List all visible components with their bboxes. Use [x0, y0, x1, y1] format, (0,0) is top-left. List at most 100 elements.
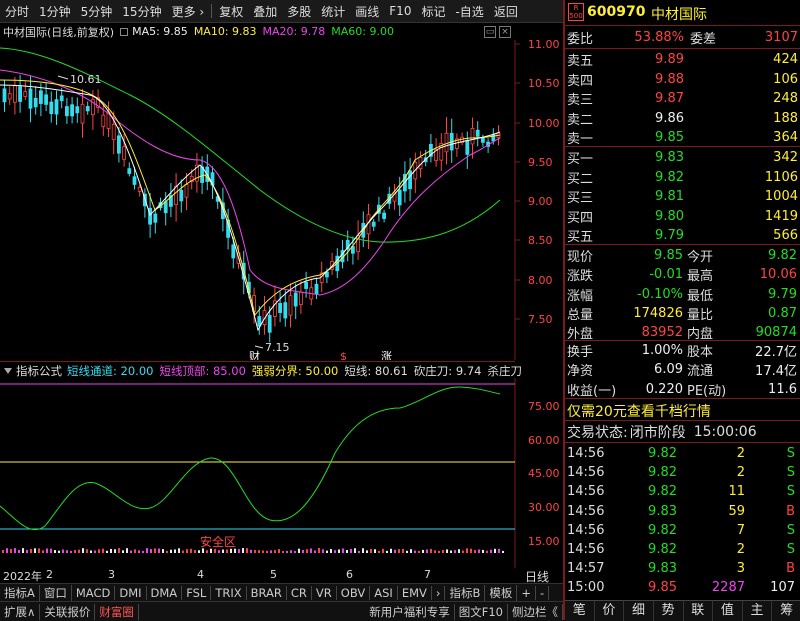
bid-row[interactable]: 买二 9.82 1106 [567, 168, 799, 187]
bid-volume: 1419 [764, 208, 798, 224]
restore-icon[interactable]: ▭ [484, 26, 496, 38]
tick-price: 9.82 [648, 522, 677, 538]
ask-price: 9.86 [655, 110, 684, 126]
tab-indicator-b[interactable]: 指标B [445, 585, 486, 601]
tab-macd[interactable]: MACD [72, 586, 116, 600]
indicator-bar [290, 550, 292, 553]
indicator-bar [454, 550, 456, 553]
ask-row[interactable]: 卖一 9.85 364 [567, 128, 799, 147]
tab-more[interactable]: 更多 › [167, 3, 210, 20]
remove-button[interactable]: - [536, 586, 550, 600]
indicator-bar [366, 550, 368, 553]
stock-code: 600970 [587, 4, 646, 20]
fuquan-button[interactable]: 复权 [214, 3, 248, 20]
bid-row[interactable]: 买五 9.79 566 [567, 226, 799, 245]
indicator-bar [166, 550, 168, 553]
indicator-bar [210, 548, 212, 553]
ask-label: 卖二 [567, 112, 594, 128]
quote-tab[interactable]: 价 [595, 601, 625, 621]
tab-graphic-f10[interactable]: 图文F10 [455, 603, 508, 620]
tab-window[interactable]: 窗口 [40, 585, 72, 601]
promo-row[interactable]: 仅需20元查看千档行情 [567, 401, 799, 420]
ask-row[interactable]: 卖四 9.88 106 [567, 70, 799, 89]
tab-indicator-a[interactable]: 指标A [0, 585, 40, 601]
back-button[interactable]: 返回 [489, 3, 523, 20]
bid-row[interactable]: 买一 9.83 342 [567, 148, 799, 167]
quote-tab[interactable]: 势 [654, 601, 684, 621]
tab-next-icon[interactable]: › [432, 586, 446, 600]
tab-trix[interactable]: TRIX [211, 586, 247, 600]
candlestick-chart[interactable]: 11.00 10.50 10.00 9.50 9.00 8.50 8.00 7.50 10.6… [0, 40, 563, 360]
dropdown-icon[interactable] [4, 367, 12, 374]
tab-related-quotes[interactable]: 关联报价 [40, 603, 96, 620]
stat-label: 涨幅 [567, 288, 594, 304]
overlay-button[interactable]: 叠加 [248, 3, 282, 20]
tab-5min[interactable]: 5分钟 [76, 3, 118, 20]
tab-brar[interactable]: BRAR [247, 586, 287, 600]
settings-icon[interactable] [120, 27, 129, 36]
candle-body [382, 212, 387, 219]
tab-dma[interactable]: DMA [147, 586, 183, 600]
indicator-bar [246, 548, 248, 553]
quote-tab[interactable]: 联 [684, 601, 714, 621]
quote-tab[interactable]: 笔 [565, 601, 595, 621]
tab-emv[interactable]: EMV [398, 586, 432, 600]
indicator-bar [470, 548, 472, 553]
tab-15min[interactable]: 15分钟 [117, 3, 166, 20]
tab-fsl[interactable]: FSL [182, 586, 212, 600]
indicator-chart[interactable]: 75.00 60.00 45.00 30.00 15.00 安全区 [0, 378, 563, 568]
stat-value: 174826 [633, 305, 683, 321]
tab-fenshi[interactable]: 分时 [0, 3, 34, 20]
bid-row[interactable]: 买三 9.81 1004 [567, 187, 799, 206]
low-price-label: 7.15 [265, 341, 290, 354]
tab-sidebar[interactable]: 侧边栏《 [508, 603, 563, 620]
bid-price: 9.79 [655, 228, 684, 243]
price-tick-label: 8.50 [528, 234, 553, 247]
tick-row: 15:00 9.85 2287 107 [567, 578, 799, 597]
ask-row[interactable]: 卖三 9.87 248 [567, 89, 799, 108]
indicator-bar [174, 549, 176, 553]
candle-body [231, 244, 236, 259]
tab-vr[interactable]: VR [312, 586, 337, 600]
remove-watchlist-button[interactable]: -自选 [450, 3, 488, 20]
tab-asi[interactable]: ASI [370, 586, 398, 600]
indicator-bar [450, 550, 452, 553]
stat-row: 换手 1.00% 股本 22.7亿 [567, 341, 799, 360]
promo-text[interactable]: 仅需20元查看千档行情 [567, 401, 711, 421]
quote-tab[interactable]: 主 [743, 601, 773, 621]
draw-line-button[interactable]: 画线 [350, 3, 384, 20]
indicator-bar [330, 549, 332, 553]
tab-dmi[interactable]: DMI [115, 586, 147, 600]
tab-expand[interactable]: 扩展∧ [0, 603, 41, 620]
tick-price: 9.82 [648, 542, 677, 557]
tab-1min[interactable]: 1分钟 [34, 3, 76, 20]
bid-row[interactable]: 买四 9.80 1419 [567, 207, 799, 226]
tab-obv[interactable]: OBV [337, 586, 371, 600]
tab-wealth-circle[interactable]: 财富圈 [95, 603, 139, 620]
quote-tab[interactable]: 值 [713, 601, 743, 621]
tick-direction: 107 [770, 580, 795, 596]
indicator-bar [334, 550, 336, 553]
tab-template[interactable]: 模板 [485, 585, 518, 601]
indicator-formula-label[interactable]: 指标公式 [16, 363, 62, 379]
tab-cr[interactable]: CR [287, 586, 312, 600]
bid-price: 9.81 [655, 189, 684, 204]
tab-new-user-benefit[interactable]: 新用户福利专享 [365, 603, 455, 620]
close-icon[interactable]: × [499, 26, 511, 38]
indicator-bar [494, 548, 496, 553]
stats-button[interactable]: 统计 [316, 3, 350, 20]
indicator-bar [350, 549, 352, 553]
quote-tab[interactable]: 筹 [772, 601, 800, 621]
tick-time: 14:56 [567, 522, 605, 538]
stat-value: 6.09 [654, 362, 683, 378]
add-button[interactable]: + [517, 586, 537, 600]
multi-stock-button[interactable]: 多股 [282, 3, 316, 20]
mark-button[interactable]: 标记 [416, 3, 450, 20]
f10-button[interactable]: F10 [384, 4, 416, 18]
ask-row[interactable]: 卖五 9.89 424 [567, 50, 799, 69]
ask-row[interactable]: 卖二 9.86 188 [567, 109, 799, 128]
quote-tab[interactable]: 细 [624, 601, 654, 621]
indicator-bar [82, 548, 84, 553]
strong-weak-value: 强弱分界: 50.00 [251, 363, 339, 378]
indicator-bar [114, 549, 116, 553]
